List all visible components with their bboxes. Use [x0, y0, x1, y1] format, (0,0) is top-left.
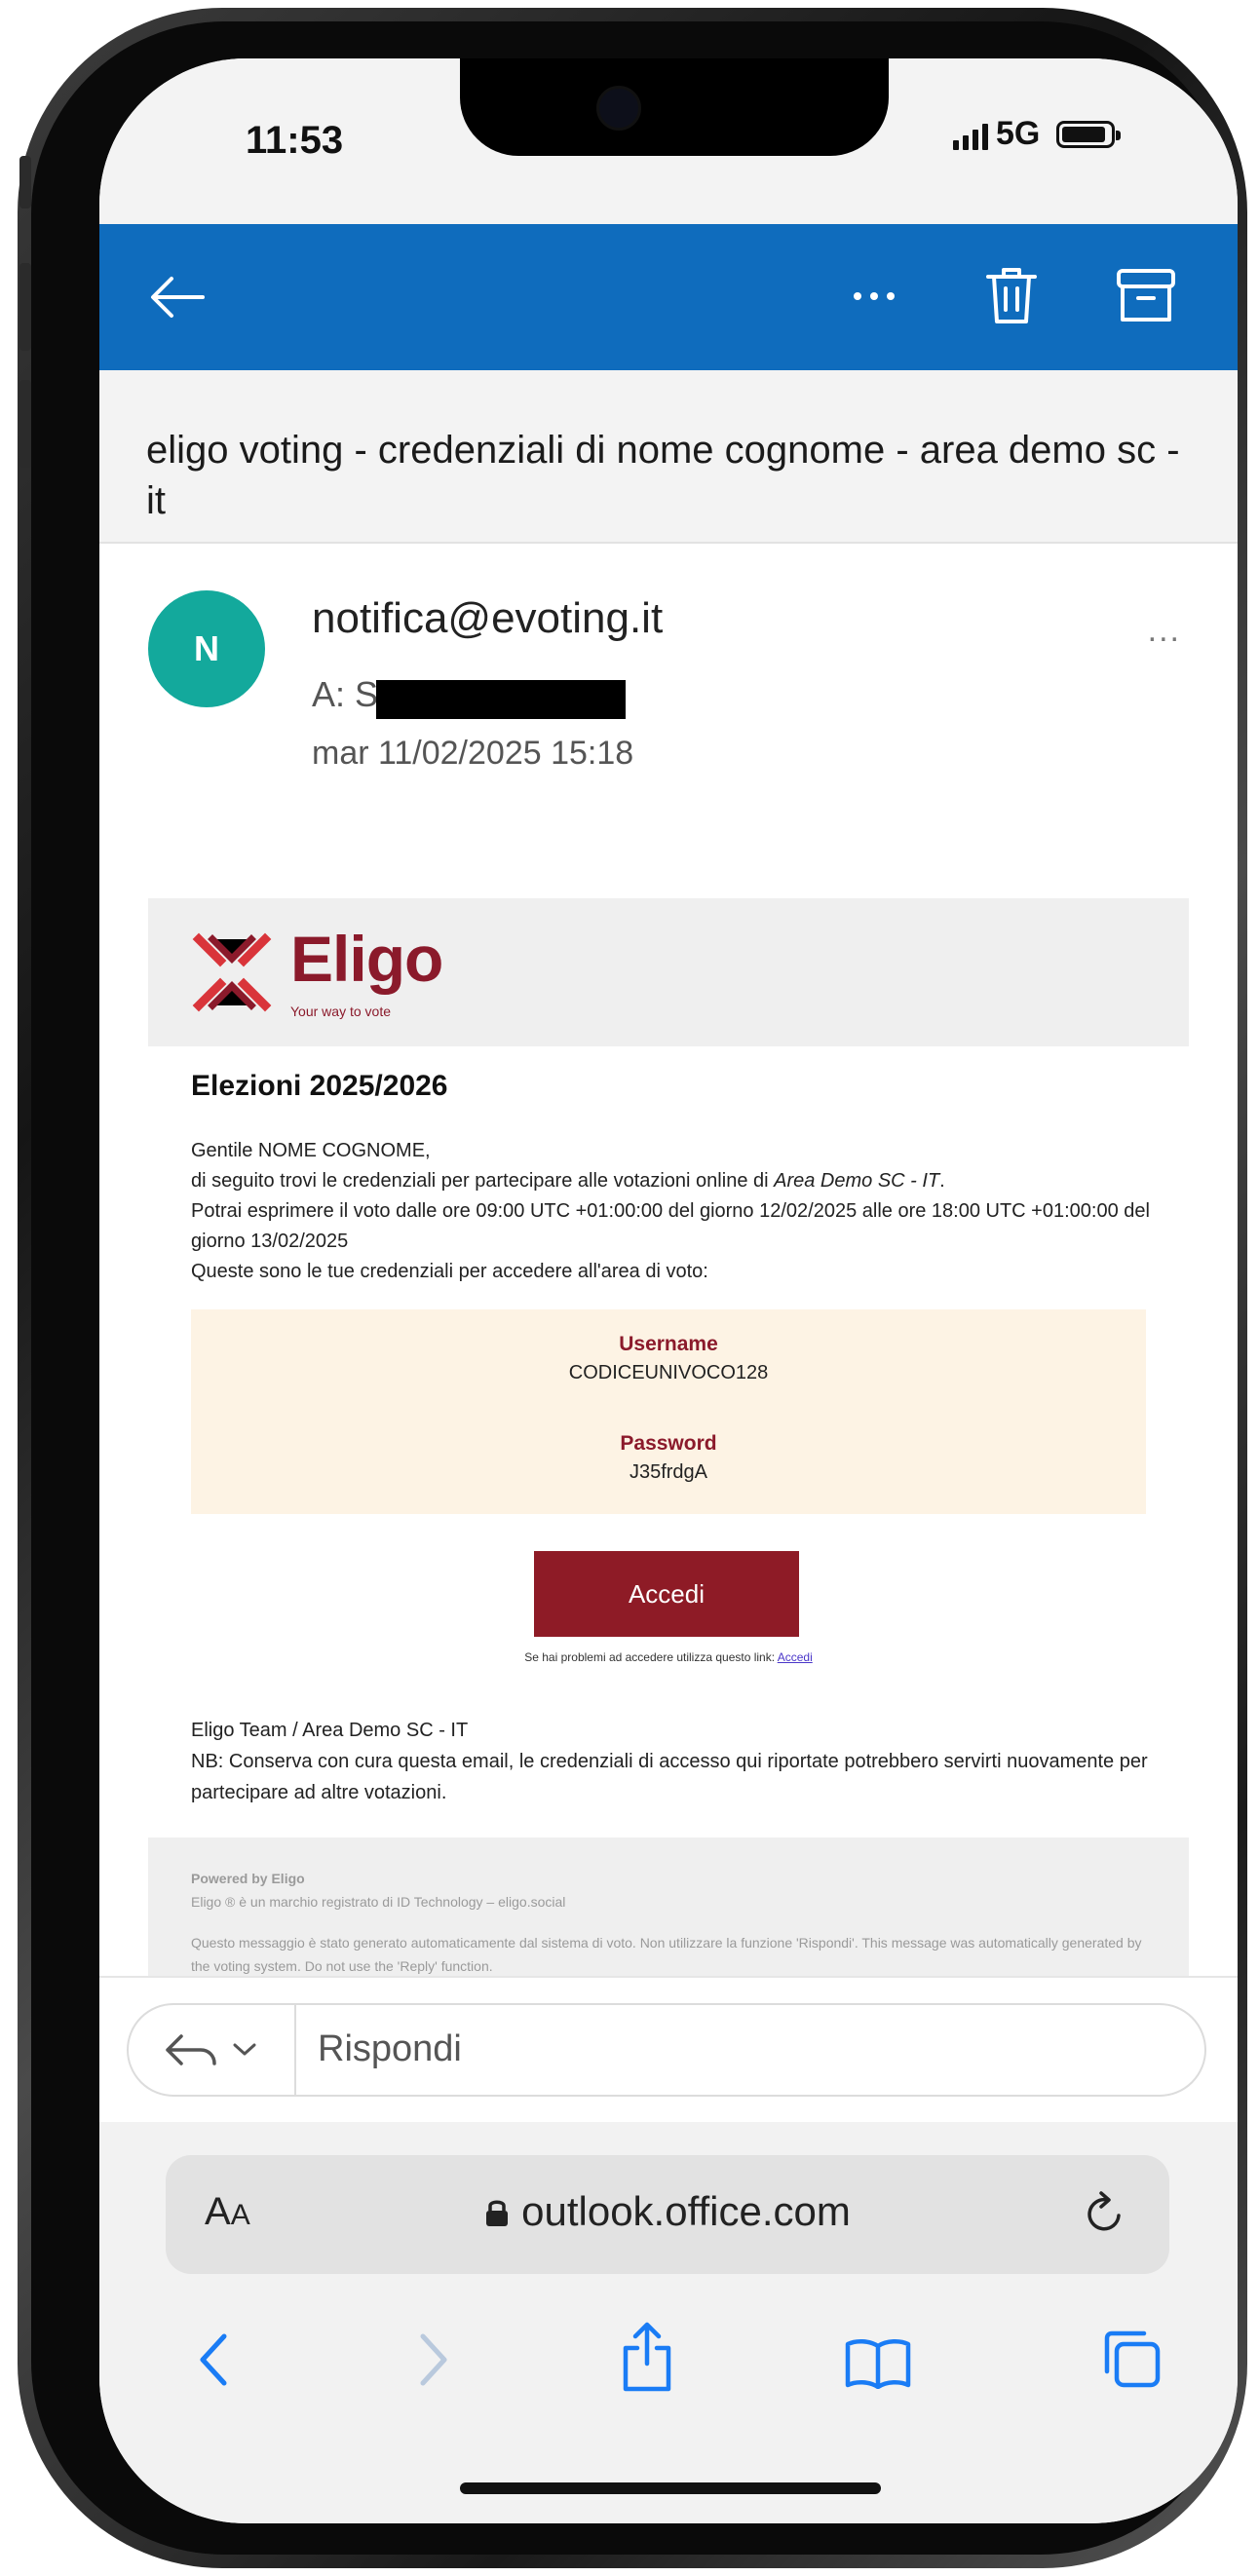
front-camera: [596, 86, 641, 131]
help-text: Se hai problemi ad accedere utilizza que…: [524, 1650, 778, 1664]
greeting: Gentile NOME COGNOME,: [191, 1140, 431, 1161]
archive-icon[interactable]: [1115, 267, 1177, 325]
redaction-bar: [376, 680, 626, 719]
signature-team: Eligo Team / Area Demo SC - IT: [191, 1720, 469, 1741]
reply-label[interactable]: Rispondi: [318, 2028, 462, 2070]
safari-toolbar: AA outlook.office.com: [99, 2122, 1238, 2523]
eligo-tagline: Your way to vote: [290, 1004, 391, 1019]
avatar[interactable]: N: [148, 590, 265, 707]
email-header-band: Eligo Your way to vote: [148, 898, 1189, 1046]
mute-switch: [19, 156, 31, 208]
footer-powered: Powered by Eligo: [191, 1871, 305, 1886]
email-body-pane: N notifica@evoting.it A: Sa mar 11/02/20…: [99, 544, 1238, 2058]
email-subject: eligo voting - credenziali di nome cogno…: [146, 429, 1180, 522]
ellipsis-icon[interactable]: [850, 286, 898, 306]
email-message-text: Gentile NOME COGNOME, di seguito trovi l…: [191, 1136, 1156, 1287]
credentials-intro: Queste sono le tue credenziali per acced…: [191, 1261, 708, 1282]
email-content-card: Eligo Your way to vote Elezioni 2025/202…: [148, 898, 1189, 2058]
status-time: 11:53: [246, 119, 344, 162]
volume-down-button: [19, 380, 31, 468]
password-value: J35frdgA: [629, 1461, 708, 1483]
arrow-left-icon[interactable]: [148, 273, 207, 322]
network-label: 5G: [996, 115, 1041, 152]
username-value: CODICEUNIVOCO128: [568, 1362, 769, 1383]
accedi-link[interactable]: Accedi: [778, 1650, 813, 1664]
signal-icon: [953, 123, 988, 150]
email-subject-bar: eligo voting - credenziali di nome cogno…: [99, 370, 1238, 544]
signature: Eligo Team / Area Demo SC - IT NB: Conse…: [191, 1715, 1156, 1808]
organization-name: Area Demo SC - IT: [774, 1170, 940, 1192]
help-line: Se hai problemi ad accedere utilizza que…: [148, 1650, 1189, 1664]
bookmarks-icon[interactable]: [844, 2338, 912, 2389]
url-text: outlook.office.com: [521, 2188, 851, 2234]
url-display[interactable]: outlook.office.com: [166, 2188, 1169, 2235]
reload-icon[interactable]: [1084, 2190, 1126, 2239]
volume-up-button: [19, 263, 31, 351]
password-label: Password: [620, 1432, 717, 1455]
share-icon[interactable]: [618, 2321, 676, 2393]
notch: [460, 58, 889, 156]
forward-icon[interactable]: [417, 2330, 450, 2389]
tabs-icon[interactable]: [1101, 2329, 1162, 2389]
lock-icon: [486, 2200, 509, 2226]
reply-bar[interactable]: Rispondi: [127, 2003, 1206, 2097]
trash-icon[interactable]: [984, 265, 1039, 327]
reply-options-button[interactable]: [129, 2005, 296, 2095]
chevron-down-icon: [233, 2043, 256, 2056]
eligo-logo-icon: [192, 932, 272, 1012]
eligo-logo-text: Eligo: [290, 923, 443, 995]
voting-window: Potrai esprimere il voto dalle ore 09:00…: [191, 1200, 1150, 1252]
intro-line: di seguito trovi le credenziali per part…: [191, 1166, 1156, 1196]
phone-screen: 11:53 5G eligo voting - credenziali di n…: [99, 58, 1238, 2523]
credentials-box: Username CODICEUNIVOCO128 Password J35fr…: [191, 1309, 1146, 1514]
home-indicator[interactable]: [460, 2482, 881, 2494]
address-bar[interactable]: AA outlook.office.com: [166, 2155, 1169, 2274]
mail-toolbar: [99, 224, 1238, 370]
intro-text: di seguito trovi le credenziali per part…: [191, 1170, 775, 1192]
back-icon[interactable]: [197, 2330, 230, 2389]
reply-icon: [166, 2034, 216, 2065]
footer-trademark: Eligo ® è un marchio registrato di ID Te…: [191, 1894, 566, 1910]
intro-end: .: [939, 1170, 945, 1192]
election-title: Elezioni 2025/2026: [191, 1070, 448, 1102]
footer-text: Powered by Eligo Eligo ® è un marchio re…: [191, 1867, 1156, 1978]
footer-notice: Questo messaggio è stato generato automa…: [191, 1935, 1142, 1974]
signature-note: NB: Conserva con cura questa email, le c…: [191, 1751, 1148, 1803]
battery-icon: [1056, 121, 1121, 148]
reply-area: Rispondi: [99, 1976, 1238, 2124]
username-label: Username: [619, 1333, 718, 1355]
sender-address[interactable]: notifica@evoting.it: [312, 594, 663, 643]
accedi-button[interactable]: Accedi: [534, 1551, 799, 1637]
email-date: mar 11/02/2025 15:18: [312, 735, 634, 772]
message-more-button[interactable]: ...: [1148, 612, 1181, 650]
